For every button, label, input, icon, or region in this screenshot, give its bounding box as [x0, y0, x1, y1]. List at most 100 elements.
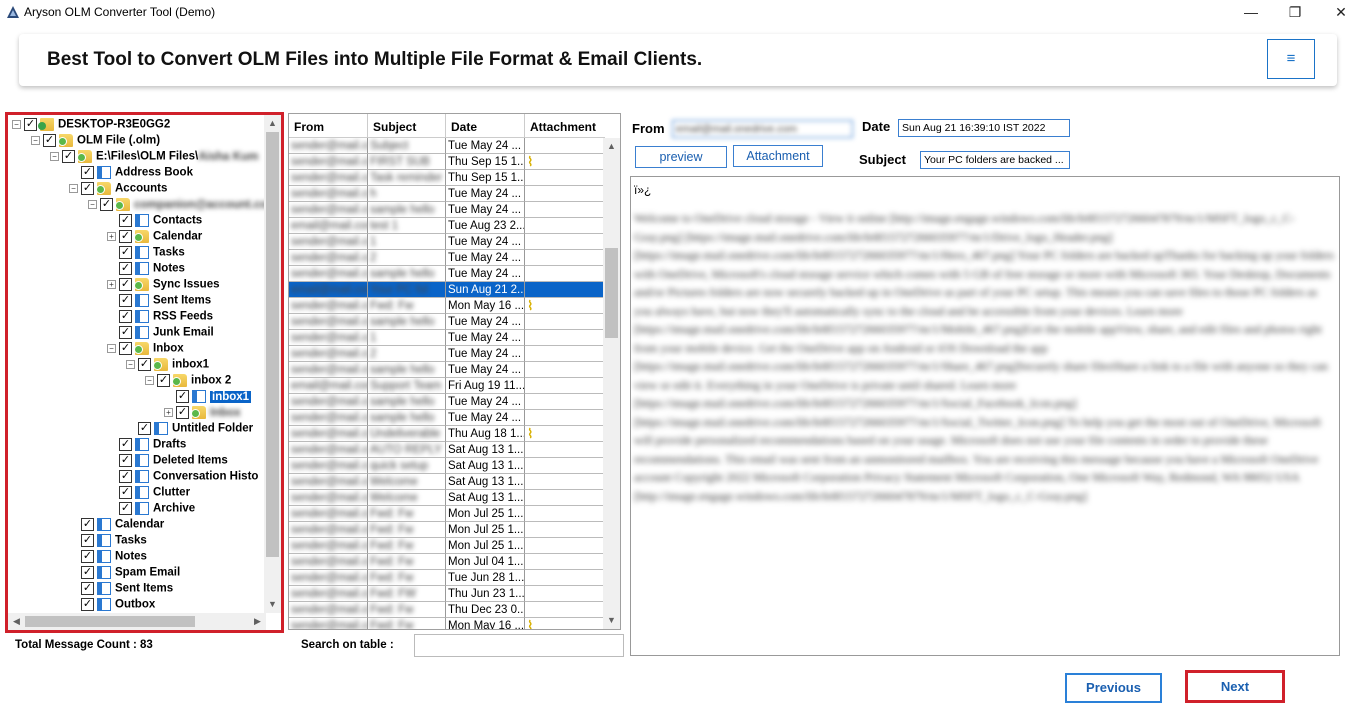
- tree-checkbox[interactable]: ✓: [119, 294, 132, 307]
- search-input[interactable]: [414, 634, 624, 657]
- tree-checkbox[interactable]: ✓: [62, 150, 75, 163]
- table-row[interactable]: sender@mail.comFwd: Fw Mon Jul 04 1...: [289, 554, 605, 570]
- tree-item[interactable]: ✓ Tasks: [107, 246, 185, 262]
- tree-checkbox[interactable]: ✓: [81, 518, 94, 531]
- collapse-icon[interactable]: −: [69, 184, 78, 193]
- expand-icon[interactable]: +: [107, 280, 116, 289]
- scroll-down-arrow-icon[interactable]: ▼: [603, 612, 620, 629]
- table-row[interactable]: sender@mail.comFwd: Fw Thu Dec 23 0...: [289, 602, 605, 618]
- tree-item[interactable]: ✓ Calendar: [69, 518, 164, 534]
- scroll-right-arrow-icon[interactable]: ▶: [249, 613, 266, 630]
- tree-checkbox[interactable]: ✓: [81, 166, 94, 179]
- tree-item[interactable]: ✓ inbox1: [164, 390, 252, 406]
- table-row[interactable]: sender@mail.comAUTO REPLY Sat Aug 13 1...: [289, 442, 605, 458]
- tree-checkbox[interactable]: ✓: [119, 246, 132, 259]
- menu-button[interactable]: ≡: [1267, 39, 1315, 79]
- tree-item[interactable]: ✓ Deleted Items: [107, 454, 228, 470]
- tree-checkbox[interactable]: ✓: [138, 422, 151, 435]
- message-body-pane[interactable]: ï»¿ Welcome to OneDrive cloud storage - …: [630, 176, 1340, 656]
- tree-item[interactable]: + ✓ Calendar: [107, 230, 202, 246]
- table-row[interactable]: sender@mail.comsample hello Tue May 24 ..…: [289, 362, 605, 378]
- tree-checkbox[interactable]: ✓: [119, 502, 132, 515]
- tree-item[interactable]: ✓ Archive: [107, 502, 195, 518]
- tree-checkbox[interactable]: ✓: [119, 262, 132, 275]
- tree-item[interactable]: ✓ Junk Email: [107, 326, 214, 342]
- table-row[interactable]: sender@mail.comsample hello Tue May 24 ..…: [289, 410, 605, 426]
- tree-item[interactable]: − ✓ companion@account.com: [88, 198, 266, 214]
- tree-item[interactable]: − ✓ DESKTOP-R3E0GG2: [12, 118, 170, 134]
- tree-item[interactable]: − ✓ Accounts: [69, 182, 167, 198]
- tree-checkbox[interactable]: ✓: [119, 230, 132, 243]
- tree-checkbox[interactable]: ✓: [119, 326, 132, 339]
- tree-checkbox[interactable]: ✓: [81, 182, 94, 195]
- tree-checkbox[interactable]: ✓: [119, 486, 132, 499]
- table-row[interactable]: sender@mail.com1 Tue May 24 ...: [289, 330, 605, 346]
- table-row[interactable]: email@mail.com Support Team Fri Aug 19 11.…: [289, 378, 605, 394]
- table-row[interactable]: email@mail.com test 1 Tue Aug 23 2...: [289, 218, 605, 234]
- table-row[interactable]: sender@mail.comsample hello Tue May 24 ..…: [289, 202, 605, 218]
- table-row[interactable]: sender@mail.com2 Tue May 24 ...: [289, 250, 605, 266]
- table-row[interactable]: sender@mail.com1 Tue May 24 ...: [289, 234, 605, 250]
- tree-item[interactable]: ✓ Tasks: [69, 534, 147, 550]
- tree-checkbox[interactable]: ✓: [43, 134, 56, 147]
- tree-checkbox[interactable]: ✓: [81, 598, 94, 611]
- tree-item[interactable]: ✓ Contacts: [107, 214, 202, 230]
- tree-item[interactable]: ✓ Outbox: [69, 598, 155, 613]
- tree-checkbox[interactable]: ✓: [119, 310, 132, 323]
- tree-checkbox[interactable]: ✓: [138, 358, 151, 371]
- minimize-button[interactable]: —: [1228, 0, 1274, 26]
- table-vertical-scroll-thumb[interactable]: [605, 248, 618, 338]
- column-header-date[interactable]: Date: [446, 114, 525, 138]
- tree-checkbox[interactable]: ✓: [119, 214, 132, 227]
- table-row[interactable]: sender@mail.comsample hello Tue May 24 ..…: [289, 314, 605, 330]
- tree-item[interactable]: ✓ Untitled Folder: [126, 422, 253, 438]
- scroll-down-arrow-icon[interactable]: ▼: [264, 596, 281, 613]
- column-header-attachment[interactable]: Attachment: [525, 114, 605, 138]
- table-row[interactable]: sender@mail.comUndeliverable Thu Aug 18 1…: [289, 426, 605, 442]
- tree-horizontal-scrollbar[interactable]: ◀ ▶: [8, 613, 266, 630]
- table-row[interactable]: sender@mail.comFwd: Fw Mon Jul 25 1...: [289, 506, 605, 522]
- collapse-icon[interactable]: −: [88, 200, 97, 209]
- tree-checkbox[interactable]: ✓: [119, 278, 132, 291]
- tree-horizontal-scroll-thumb[interactable]: [25, 616, 195, 627]
- collapse-icon[interactable]: −: [126, 360, 135, 369]
- tree-item[interactable]: + ✓ Sync Issues: [107, 278, 219, 294]
- next-button[interactable]: Next: [1185, 670, 1285, 703]
- tree-checkbox[interactable]: ✓: [119, 454, 132, 467]
- table-row[interactable]: sender@mail.comFwd: Fw Mon May 16 ...⌇: [289, 618, 605, 629]
- table-row[interactable]: email@mail.com Your PC fol Sun Aug 21 2...: [289, 282, 605, 298]
- table-row[interactable]: sender@mail.comSubject Tue May 24 ...: [289, 138, 605, 154]
- table-row[interactable]: sender@mail.comFwd: Fw Mon Jul 25 1...: [289, 538, 605, 554]
- tree-item[interactable]: ✓ Clutter: [107, 486, 190, 502]
- scroll-up-arrow-icon[interactable]: ▲: [603, 138, 620, 155]
- tree-checkbox[interactable]: ✓: [119, 342, 132, 355]
- table-row[interactable]: sender@mail.comWelcome Sat Aug 13 1...: [289, 474, 605, 490]
- tree-item[interactable]: ✓ Sent Items: [107, 294, 211, 310]
- tree-vertical-scrollbar[interactable]: ▲ ▼: [264, 115, 281, 613]
- table-row[interactable]: sender@mail.comFwd: FW Thu Jun 23 1...: [289, 586, 605, 602]
- tree-item[interactable]: − ✓ OLM File (.olm): [31, 134, 160, 150]
- tree-checkbox[interactable]: ✓: [81, 566, 94, 579]
- tree-item[interactable]: ✓ RSS Feeds: [107, 310, 213, 326]
- table-row[interactable]: sender@mail.comFwd: Fw Mon May 16 ...⌇: [289, 298, 605, 314]
- tree-item[interactable]: ✓ Drafts: [107, 438, 186, 454]
- tree-item[interactable]: ✓ Notes: [107, 262, 185, 278]
- tree-item[interactable]: ✓ Conversation Histo: [107, 470, 258, 486]
- collapse-icon[interactable]: −: [31, 136, 40, 145]
- collapse-icon[interactable]: −: [12, 120, 21, 129]
- tree-checkbox[interactable]: ✓: [176, 390, 189, 403]
- tree-item[interactable]: + ✓ Inbox: [164, 406, 241, 422]
- collapse-icon[interactable]: −: [145, 376, 154, 385]
- tree-item[interactable]: ✓ Notes: [69, 550, 147, 566]
- tree-checkbox[interactable]: ✓: [81, 534, 94, 547]
- scroll-up-arrow-icon[interactable]: ▲: [264, 115, 281, 132]
- table-row[interactable]: sender@mail.comFIRST SUB Thu Sep 15 1...⌇: [289, 154, 605, 170]
- maximize-button[interactable]: ❐: [1272, 0, 1318, 26]
- column-header-from[interactable]: From: [289, 114, 368, 138]
- column-header-subject[interactable]: Subject: [368, 114, 446, 138]
- tree-checkbox[interactable]: ✓: [157, 374, 170, 387]
- tree-item[interactable]: ✓ Sent Items: [69, 582, 173, 598]
- previous-button[interactable]: Previous: [1065, 673, 1162, 703]
- close-button[interactable]: ✕: [1318, 0, 1364, 26]
- table-row[interactable]: sender@mail.comTask reminder Thu Sep 15 1…: [289, 170, 605, 186]
